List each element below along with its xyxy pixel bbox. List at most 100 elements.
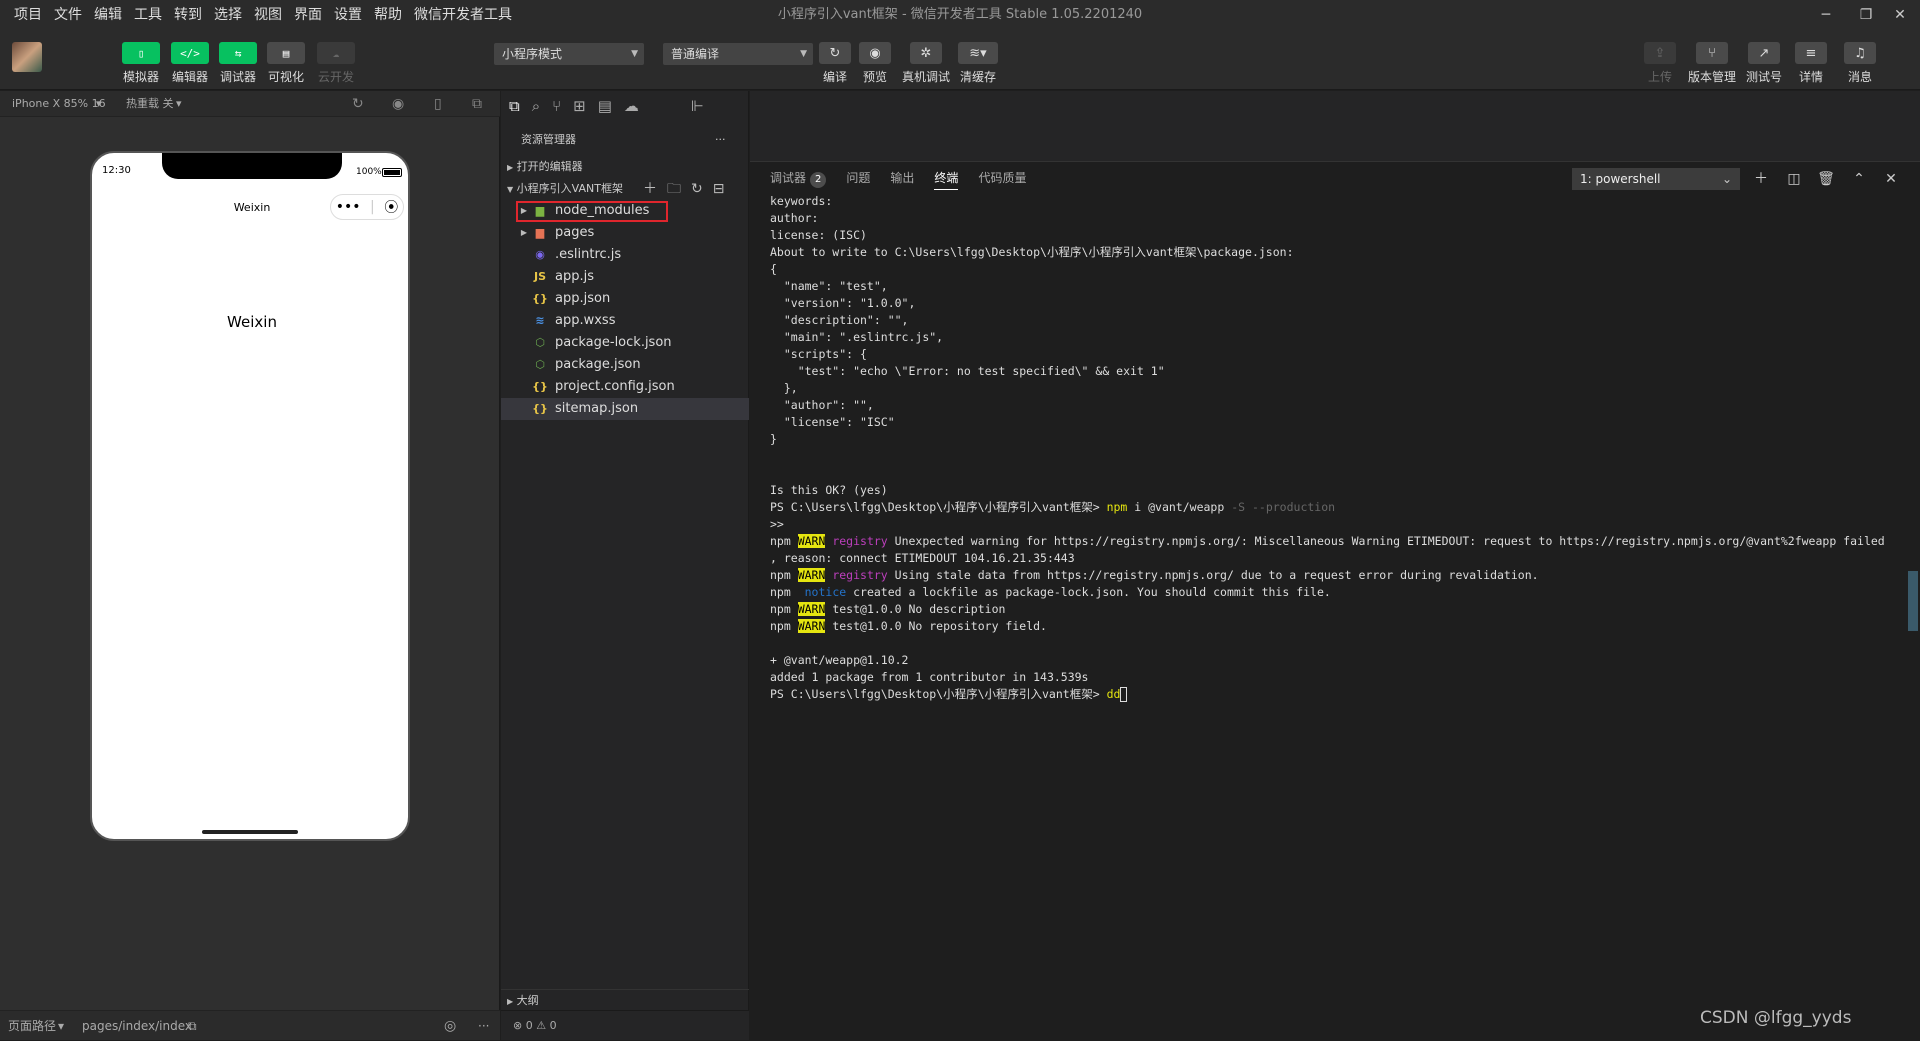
debug-icon: ⇆ [219,42,257,64]
terminal-line: { [770,262,777,276]
record-icon[interactable]: ◉ [392,91,404,117]
more-icon[interactable]: ··· [715,129,735,151]
menu-interface[interactable]: 界面 [288,0,328,30]
menu-help[interactable]: 帮助 [368,0,408,30]
source-control-icon[interactable]: ⑂ [552,97,561,115]
eslint-icon: ◉ [535,248,545,261]
menu-project[interactable]: 项目 [8,0,48,30]
trash-icon[interactable]: 🗑 [1815,168,1837,190]
add-folder-icon[interactable]: 🗀 [667,178,681,200]
minimize-icon[interactable]: ─ [1806,0,1846,30]
preview-button[interactable]: ◉ 预览 [855,42,895,85]
terminal-select[interactable]: 1: powershell ⌄ [1572,168,1740,190]
tab-problems[interactable]: 问题 [846,163,870,193]
page-path-label[interactable]: 页面路径 [8,1011,56,1041]
battery-icon [382,168,402,177]
tab-code-quality[interactable]: 代码质量 [978,163,1026,193]
collapse-icon[interactable]: ⊟ [713,178,725,200]
editor-button[interactable]: </> 编辑器 [170,42,210,85]
copy-icon[interactable]: ⧉ [188,1011,197,1041]
chevron-up-icon[interactable]: ⌃ [1848,168,1870,190]
eye-icon[interactable]: ◎ [444,1011,456,1041]
device-select[interactable]: iPhone X 85% 16 [12,91,106,117]
search-icon[interactable]: ⌕ [532,97,540,115]
chevron-down-icon: ▾ [58,1019,65,1033]
rotate-icon[interactable]: ↻ [352,91,364,117]
avatar[interactable] [12,42,42,72]
tree-item-project-config[interactable]: {} project.config.json [501,376,749,398]
add-file-icon[interactable]: ＋ [643,178,657,200]
upload-button[interactable]: ⇪ 上传 [1640,42,1680,85]
refresh-icon[interactable]: ↻ [691,178,703,200]
tree-item-pages[interactable]: ▶ ▆ pages [501,222,749,244]
clear-cache-button[interactable]: ≋▾ 清缓存 [958,42,998,85]
extensions-icon[interactable]: ⊞ [573,97,586,115]
messages-button[interactable]: ♫ 消息 [1840,42,1880,85]
tab-terminal[interactable]: 终端 [934,167,959,190]
open-editors-section[interactable]: ▶ 打开的编辑器 [501,156,749,178]
terminal-line: "name": "test", [770,279,888,293]
close-window-icon[interactable]: ✕ [1880,0,1920,30]
layers-icon: ≋▾ [958,42,998,64]
json-file-icon: {} [532,292,548,305]
menu-view[interactable]: 视图 [248,0,288,30]
menu-tools[interactable]: 工具 [128,0,168,30]
eye-icon: ◉ [859,42,891,64]
css-file-icon: ≋ [535,314,545,327]
bell-icon: ♫ [1844,42,1876,64]
phone-notch [162,153,342,179]
close-panel-icon[interactable]: ✕ [1880,168,1902,190]
details-button[interactable]: ≡ 详情 [1791,42,1831,85]
split-panel-icon[interactable]: ⊩ [691,97,704,115]
menu-settings[interactable]: 设置 [328,0,368,30]
tree-item-app-json[interactable]: {} app.json [501,288,749,310]
terminal-line: "license": "ISC" [770,415,895,429]
capsule-menu[interactable]: ••• | ⦿ [330,194,404,220]
test-account-button[interactable]: ↗ 测试号 [1744,42,1784,85]
terminal-output[interactable]: keywords: author: license: (ISC) About to w… [770,193,1910,1013]
menu-file[interactable]: 文件 [48,0,88,30]
close-circle-icon[interactable]: ⦿ [384,197,398,217]
problems-count[interactable]: ⊗ 0 ⚠ 0 [513,1011,557,1041]
storage-icon[interactable]: ▤ [598,97,612,115]
chevron-down-icon: ▾ [176,97,182,110]
bug-icon: ✲ [910,42,942,64]
phone-icon[interactable]: ▯ [434,91,442,117]
menu-edit[interactable]: 编辑 [88,0,128,30]
chevron-down-icon: ▼ [800,49,807,59]
tree-item-app-js[interactable]: JS app.js [501,266,749,288]
divider: | [370,199,375,215]
outline-section[interactable]: ▶ 大纲 [501,989,749,1011]
debugger-button[interactable]: ⇆ 调试器 [218,42,258,85]
tree-item-app-wxss[interactable]: ≋ app.wxss [501,310,749,332]
menu-goto[interactable]: 转到 [168,0,208,30]
files-icon[interactable]: ⧉ [509,97,520,115]
tree-item-package-lock[interactable]: ⬡ package-lock.json [501,332,749,354]
remote-debug-button[interactable]: ✲ 真机调试 [902,42,950,85]
popout-icon[interactable]: ⧉ [472,91,482,117]
compile-select[interactable]: 普通编译 ▼ [663,43,813,65]
scrollbar[interactable] [1908,571,1918,631]
tree-item-sitemap[interactable]: {} sitemap.json [501,398,749,420]
split-icon[interactable]: ◫ [1783,168,1805,190]
mode-select[interactable]: 小程序模式 ▼ [494,43,644,65]
more-icon[interactable]: ··· [478,1011,489,1041]
docker-icon[interactable]: ☁ [624,97,639,115]
tree-item-eslintrc[interactable]: ◉ .eslintrc.js [501,244,749,266]
plus-icon[interactable]: ＋ [1750,168,1772,190]
tab-debugger[interactable]: 调试器 2 [770,163,827,193]
version-manage-button[interactable]: ⑂ 版本管理 [1688,42,1736,85]
more-icon[interactable]: ••• [336,199,361,215]
tab-output[interactable]: 输出 [890,163,914,193]
menu-wechat-devtools[interactable]: 微信开发者工具 [408,0,518,30]
npm-file-icon: ⬡ [535,336,545,349]
tree-item-package-json[interactable]: ⬡ package.json [501,354,749,376]
visualize-button[interactable]: ▤ 可视化 [266,42,306,85]
simulator-button[interactable]: ▯ 模拟器 [121,42,161,85]
hot-reload-select[interactable]: 热重载 关 [126,91,174,117]
menu-select[interactable]: 选择 [208,0,248,30]
cloud-dev-button[interactable]: ☁ 云开发 [316,42,356,85]
compile-button[interactable]: ↻ 编译 [815,42,855,85]
